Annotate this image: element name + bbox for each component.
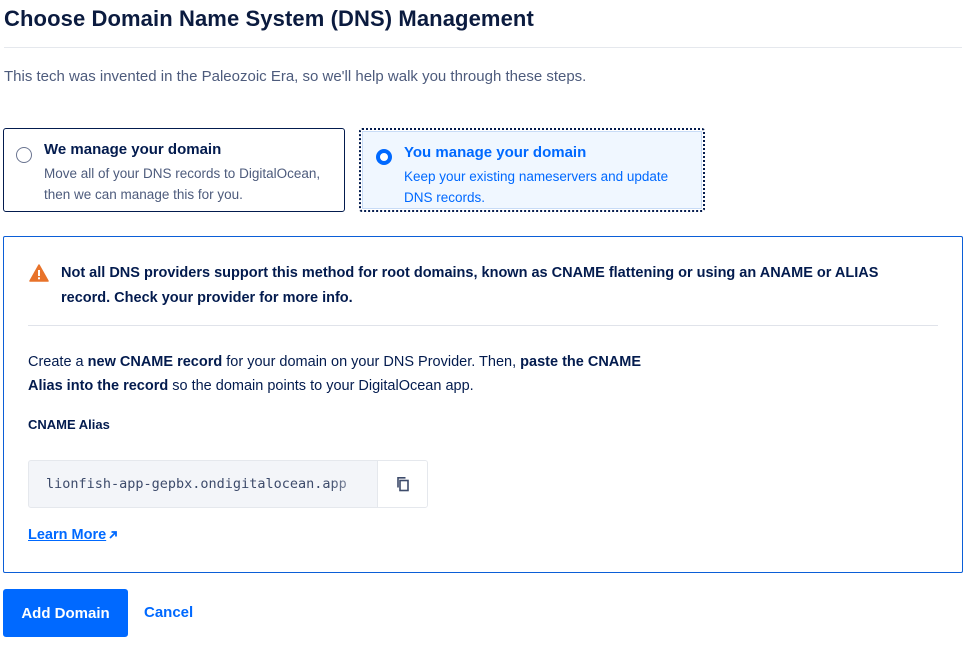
learn-more-link[interactable]: Learn More [28, 527, 118, 543]
cname-alias-field[interactable]: lionfish-app-gepbx.ondigitalocean.app [28, 460, 428, 508]
option-title: You manage your domain [404, 144, 587, 161]
page-title: Choose Domain Name System (DNS) Manageme… [4, 6, 534, 31]
cname-panel: Not all DNS providers support this metho… [3, 236, 963, 573]
external-arrow-icon [109, 531, 118, 539]
warning-message: Not all DNS providers support this metho… [61, 265, 879, 306]
option-you-manage[interactable]: You manage your domain Keep your existin… [359, 128, 705, 212]
cancel-button[interactable]: Cancel [144, 604, 193, 621]
option-we-manage[interactable]: We manage your domain Move all of your D… [3, 128, 345, 212]
option-description: Move all of your DNS records to DigitalO… [44, 166, 321, 202]
add-domain-button[interactable]: Add Domain [3, 589, 128, 637]
radio-unselected[interactable] [16, 147, 32, 163]
panel-divider [28, 325, 938, 326]
option-description: Keep your existing nameservers and updat… [404, 169, 669, 205]
title-divider [4, 47, 962, 48]
copy-button[interactable] [377, 461, 427, 507]
option-selected-bg: You manage your domain Keep your existin… [362, 131, 702, 209]
intro-text: This tech was invented in the Paleozoic … [4, 68, 587, 85]
warning-triangle-icon [29, 264, 49, 282]
instructions-text: Create a new CNAME record for your domai… [28, 354, 642, 394]
alias-fade [329, 461, 379, 507]
option-title: We manage your domain [44, 141, 222, 158]
cname-alias-value[interactable]: lionfish-app-gepbx.ondigitalocean.app [46, 476, 376, 492]
copy-icon [397, 477, 409, 492]
radio-selected[interactable] [376, 149, 392, 165]
cname-alias-label: CNAME Alias [28, 417, 110, 432]
